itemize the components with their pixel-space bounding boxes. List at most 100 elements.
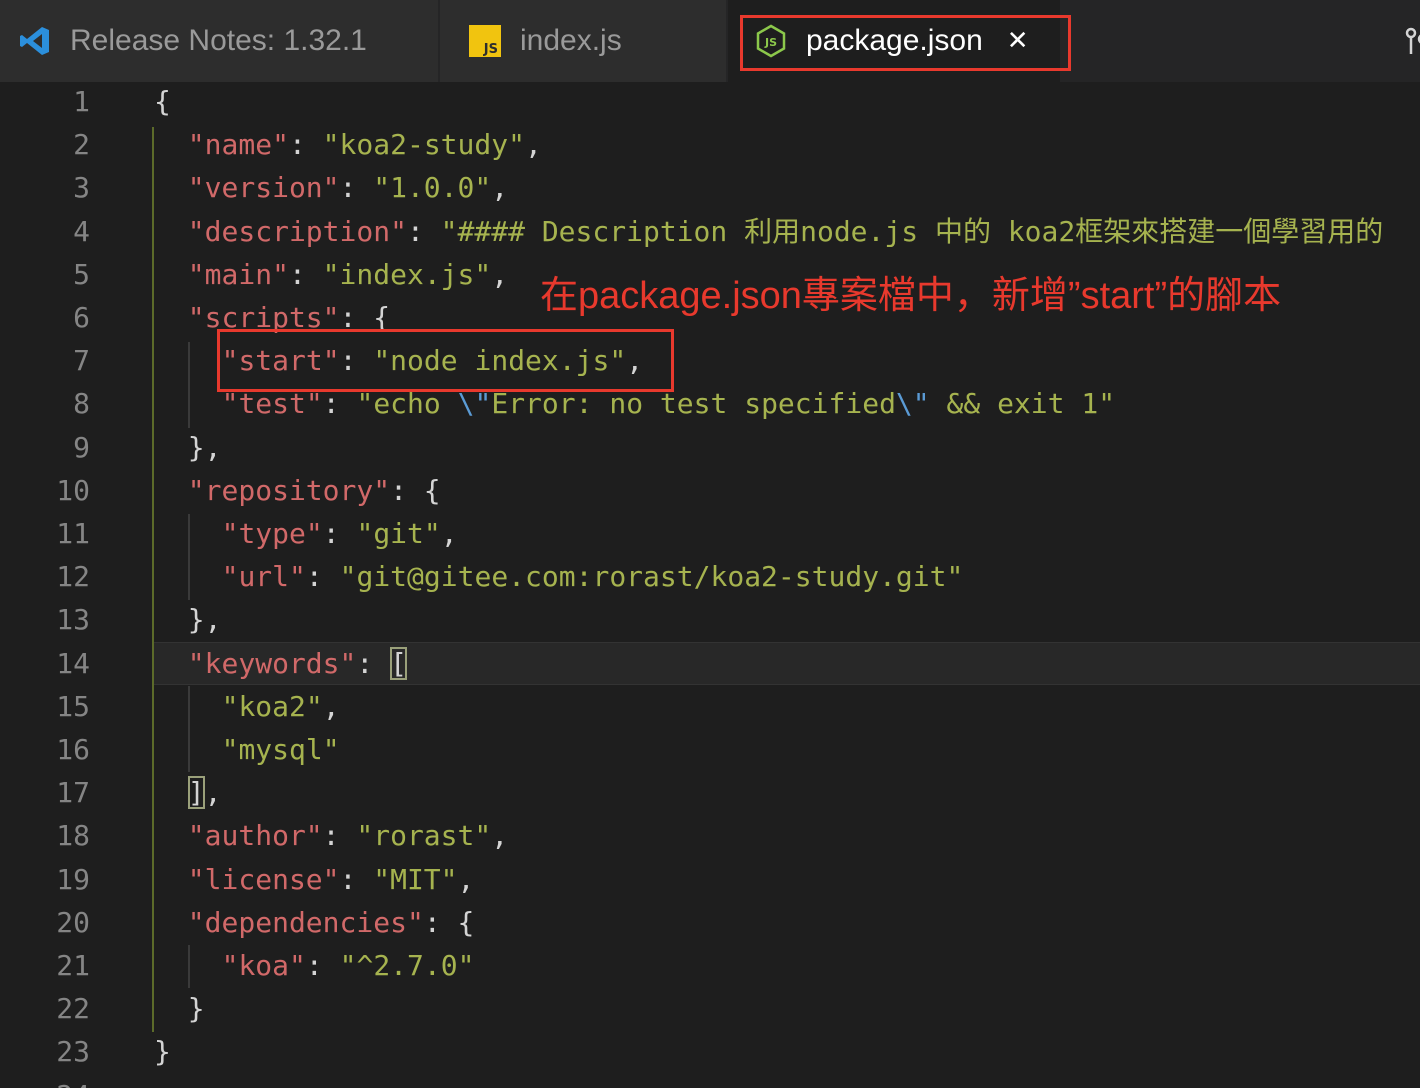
code-line[interactable]: 19 "license": "MIT", — [0, 858, 1420, 901]
line-number: 9 — [73, 430, 90, 464]
punctuation: , — [491, 171, 509, 205]
code-line[interactable]: 1{ — [0, 82, 1420, 123]
punctuation: : — [339, 344, 374, 378]
punctuation: : — [322, 387, 357, 421]
code-line[interactable]: 13}, — [0, 598, 1420, 641]
code-text: "start": "node index.js", — [222, 339, 643, 382]
json-string: "koa2-study" — [322, 128, 525, 162]
code-text: "author": "rorast", — [188, 814, 508, 857]
code-line[interactable]: 16 "mysql" — [0, 728, 1420, 771]
line-number: 2 — [73, 128, 90, 162]
json-string: "node index.js" — [373, 344, 627, 378]
json-string: "mysql" — [221, 733, 340, 766]
code-line[interactable]: 8 "test": "echo \"Error: no test specifie… — [0, 382, 1420, 425]
close-icon[interactable]: ✕ — [1007, 26, 1029, 56]
line-number: 8 — [73, 387, 90, 421]
json-string: "MIT" — [373, 862, 458, 896]
code-line[interactable]: 7 "start": "node index.js", — [0, 339, 1420, 382]
json-string: "git" — [356, 517, 441, 550]
escape-sequence: \" — [895, 387, 930, 421]
code-line[interactable]: 10 "repository": { — [0, 469, 1420, 512]
escape-sequence: \" — [457, 387, 492, 421]
svg-text:JS: JS — [483, 42, 498, 57]
line-number: 22 — [56, 992, 90, 1026]
line-number: 23 — [56, 1035, 90, 1069]
vscode-window: Release Notes: 1.32.1 JS index.js JS pac… — [0, 0, 1420, 1088]
json-key: "keywords" — [187, 646, 357, 680]
json-string: "^2.7.0" — [339, 949, 475, 982]
code-text: "koa2", — [222, 685, 340, 728]
code-text: "keywords": [ — [188, 642, 407, 685]
code-line[interactable]: 12 "url": "git@gitee.com:rorast/koa2-stud… — [0, 555, 1420, 598]
punctuation: : — [305, 949, 340, 982]
svg-text:JS: JS — [764, 36, 777, 49]
punctuation: , — [491, 257, 509, 291]
json-key: "test" — [221, 387, 323, 421]
line-number: 12 — [56, 560, 90, 594]
line-number: 13 — [56, 603, 90, 637]
code-line[interactable]: 2 "name": "koa2-study", — [0, 123, 1420, 166]
code-line[interactable]: 14 "keywords": [ — [0, 641, 1420, 685]
json-key: "description" — [187, 214, 407, 248]
line-number: 15 — [56, 689, 90, 723]
punctuation: : — [288, 257, 323, 291]
json-string: Error: no test specified — [491, 387, 896, 421]
punctuation: , — [491, 819, 509, 853]
line-number: 17 — [56, 776, 90, 810]
source-control-icon[interactable] — [1404, 26, 1420, 60]
code-line[interactable]: 22} — [0, 987, 1420, 1030]
code-text: "license": "MIT", — [188, 858, 475, 901]
tab-release-notes[interactable]: Release Notes: 1.32.1 — [0, 0, 438, 82]
code-line[interactable]: 20 "dependencies": { — [0, 901, 1420, 944]
punctuation: : — [339, 862, 374, 896]
punctuation: : — [305, 560, 340, 594]
nodejs-icon: JS — [756, 24, 786, 58]
code-line[interactable]: 4 "description": "#### Description 利用node… — [0, 210, 1420, 253]
code-line[interactable]: 9}, — [0, 426, 1420, 469]
code-line[interactable]: 23} — [0, 1030, 1420, 1073]
punctuation: : — [339, 171, 374, 205]
code-text: "url": "git@gitee.com:rorast/koa2-study.… — [222, 555, 964, 598]
line-number: 5 — [73, 257, 90, 291]
code-line[interactable]: 21 "koa": "^2.7.0" — [0, 944, 1420, 987]
code-line[interactable]: 3 "version": "1.0.0", — [0, 166, 1420, 209]
js-file-icon: JS — [469, 25, 501, 57]
json-string: "1.0.0" — [373, 171, 492, 205]
tab-package-json[interactable]: JS package.json ✕ — [728, 0, 1060, 82]
code-text: "koa": "^2.7.0" — [222, 944, 475, 987]
line-number: 7 — [73, 344, 90, 378]
code-line[interactable]: 11 "type": "git", — [0, 512, 1420, 555]
punctuation: : { — [339, 301, 391, 334]
code-text: } — [154, 1030, 171, 1073]
punctuation: } — [154, 1035, 171, 1069]
code-text: "scripts": { — [188, 296, 390, 339]
code-text: }, — [188, 598, 222, 641]
code-text: { — [154, 82, 171, 123]
code-line[interactable]: 18 "author": "rorast", — [0, 814, 1420, 857]
line-number: 24 — [0, 1074, 90, 1088]
code-line[interactable]: 15 "koa2", — [0, 685, 1420, 728]
punctuation: , — [457, 862, 475, 896]
line-number: 3 — [73, 171, 90, 205]
code-text: "main": "index.js", — [188, 253, 508, 296]
punctuation: , — [440, 517, 458, 550]
line-number: 1 — [73, 85, 90, 118]
line-number: 16 — [56, 733, 90, 766]
code-line[interactable]: 24 — [0, 1074, 1420, 1088]
code-line[interactable]: 17], — [0, 771, 1420, 814]
code-text: "type": "git", — [222, 512, 458, 555]
json-string: "index.js" — [322, 257, 492, 291]
vscode-icon — [20, 27, 49, 55]
punctuation: , — [626, 344, 644, 378]
tab-index-js[interactable]: JS index.js — [440, 0, 726, 82]
code-editor[interactable]: 1{2 "name": "koa2-study", 3 "version": "1.0… — [0, 82, 1420, 1088]
code-text: "dependencies": { — [188, 901, 475, 944]
code-text: "mysql" — [222, 728, 340, 771]
line-number: 14 — [56, 646, 90, 680]
json-key: "author" — [187, 819, 323, 853]
punctuation: }, — [187, 603, 222, 637]
code-text: "test": "echo \"Error: no test specified… — [222, 382, 1115, 425]
json-string: "echo — [356, 387, 458, 421]
line-number: 19 — [56, 862, 90, 896]
json-key: "version" — [187, 171, 340, 205]
